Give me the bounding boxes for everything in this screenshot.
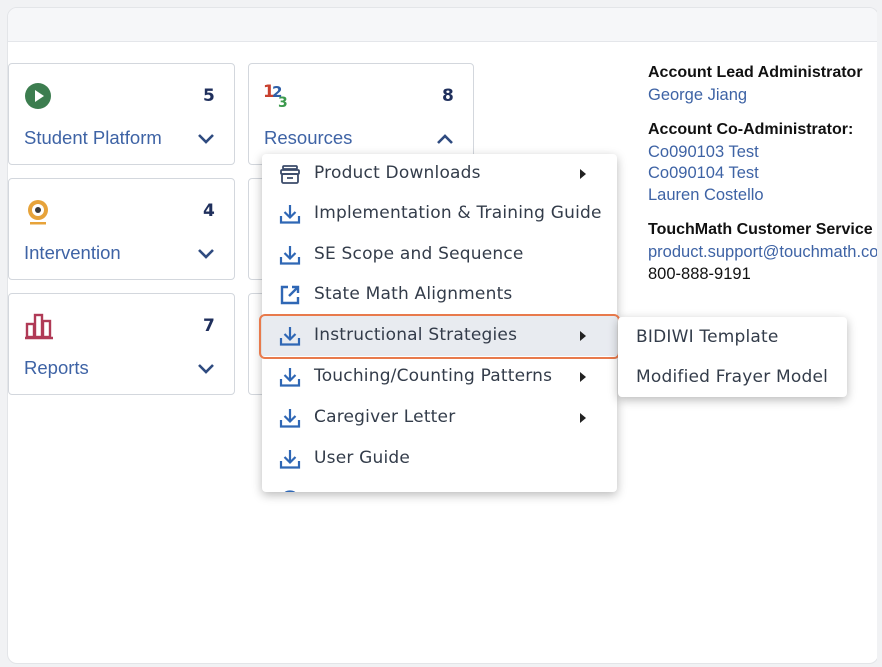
intervention-count: 4 — [203, 201, 215, 221]
submenu-item-label: BIDIWI Template — [636, 327, 779, 347]
menu-item-product-downloads[interactable]: Product Downloads — [262, 154, 617, 194]
submenu-item-label: Modified Frayer Model — [636, 367, 829, 387]
caret-right-icon — [580, 169, 586, 179]
download-icon — [279, 368, 301, 387]
reports-label: Reports — [24, 357, 89, 378]
resources-count: 8 — [442, 86, 454, 106]
download-icon — [279, 327, 301, 346]
svg-text:3: 3 — [278, 95, 288, 109]
resources-card[interactable]: 1 2 3 8 Resources — [248, 63, 474, 165]
intervention-label: Intervention — [24, 242, 121, 263]
menu-item-instructional-strategies[interactable]: Instructional Strategies — [262, 316, 617, 356]
menu-item-label: Touching/Counting Patterns — [314, 366, 553, 386]
account-co-name[interactable]: Co090104 Test — [648, 164, 759, 183]
menu-item-touching-counting[interactable]: Touching/Counting Patterns — [262, 357, 617, 397]
bar-chart-icon — [25, 313, 53, 340]
play-circle-icon — [25, 83, 51, 109]
account-lead-heading: Account Lead Administrator — [648, 64, 863, 81]
customer-service-heading: TouchMath Customer Service — [648, 221, 873, 238]
chevron-up-icon[interactable] — [435, 132, 455, 146]
menu-item-label: Product Downloads — [314, 163, 481, 183]
instructional-strategies-submenu: BIDIWI Template Modified Frayer Model — [618, 317, 847, 397]
menu-item-se-scope[interactable]: SE Scope and Sequence — [262, 235, 617, 275]
menu-item-label: Instructional Strategies — [314, 325, 518, 345]
download-icon — [279, 205, 301, 224]
menu-item-implementation-guide[interactable]: Implementation & Training Guide — [262, 194, 617, 234]
caret-right-icon — [580, 413, 586, 423]
student-platform-count: 5 — [203, 86, 215, 106]
account-co-name[interactable]: Lauren Costello — [648, 186, 764, 205]
numbers-123-icon: 1 2 3 — [263, 82, 288, 109]
menu-item-label: State Math Alignments — [314, 284, 513, 304]
archive-box-icon — [280, 165, 300, 184]
account-lead-name[interactable]: George Jiang — [648, 86, 747, 105]
help-circle-icon — [284, 490, 296, 492]
student-platform-card[interactable]: 5 Student Platform — [8, 63, 235, 165]
caret-right-icon — [580, 372, 586, 382]
menu-item-caregiver-letter[interactable]: Caregiver Letter — [262, 398, 617, 438]
external-link-icon — [280, 285, 300, 305]
menu-item-user-guide[interactable]: User Guide — [262, 439, 617, 479]
menu-item-label: SE Scope and Sequence — [314, 244, 524, 264]
menu-item-label: User Guide — [314, 448, 411, 468]
chevron-down-icon[interactable] — [196, 247, 216, 261]
reports-card[interactable]: 7 Reports — [8, 293, 235, 395]
reports-count: 7 — [203, 316, 215, 336]
customer-service-phone: 800-888-9191 — [648, 265, 751, 283]
chevron-down-icon[interactable] — [196, 362, 216, 376]
target-icon — [28, 200, 48, 225]
menu-item-label: Implementation & Training Guide — [314, 203, 602, 223]
account-co-heading: Account Co-Administrator: — [648, 121, 854, 138]
resources-dropdown-menu: Product Downloads Implementation & Train… — [262, 154, 617, 492]
customer-service-email[interactable]: product.support@touchmath.com — [648, 243, 877, 262]
submenu-item-modified-frayer-model[interactable]: Modified Frayer Model — [618, 357, 847, 397]
student-platform-label: Student Platform — [24, 127, 162, 148]
download-icon — [279, 246, 301, 265]
chevron-down-icon[interactable] — [196, 132, 216, 146]
submenu-item-bidiwi-template[interactable]: BIDIWI Template — [618, 317, 847, 357]
menu-item-partially-hidden[interactable] — [262, 480, 617, 492]
top-bar — [8, 8, 877, 42]
menu-item-state-math-alignments[interactable]: State Math Alignments — [262, 275, 617, 315]
caret-right-icon — [580, 331, 586, 341]
download-icon — [279, 409, 301, 428]
resources-label: Resources — [264, 127, 353, 148]
menu-item-label: Caregiver Letter — [314, 407, 456, 427]
download-icon — [279, 450, 301, 469]
intervention-card[interactable]: 4 Intervention — [8, 178, 235, 280]
account-co-name[interactable]: Co090103 Test — [648, 143, 759, 162]
